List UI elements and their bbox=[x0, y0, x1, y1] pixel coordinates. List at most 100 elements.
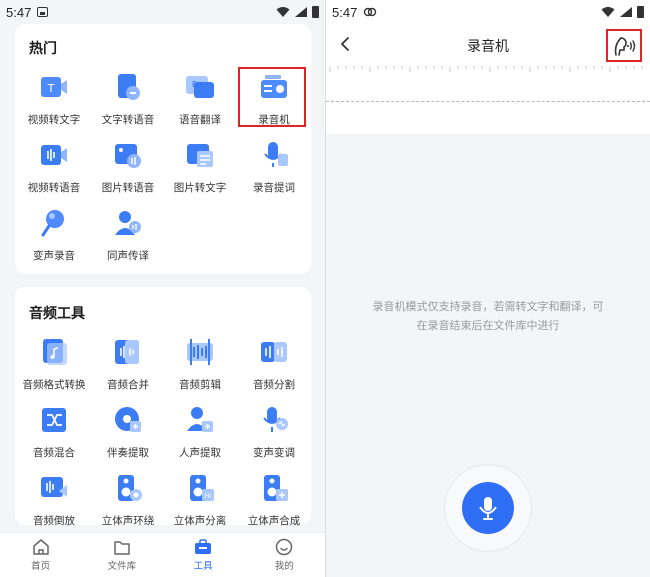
recorder-hint-text: 录音机模式仅支持录音，若需转文字和翻译，可在录音结束后在文件库中进行 bbox=[372, 300, 604, 332]
tool-vocal-extract[interactable]: 人声提取 bbox=[163, 405, 237, 460]
video-to-text-icon: T bbox=[41, 77, 67, 97]
waveform-ruler bbox=[329, 66, 643, 72]
tool-label: 同声传译 bbox=[107, 250, 149, 262]
tab-label: 我的 bbox=[274, 561, 294, 572]
tool-video-to-audio[interactable]: 视频转语音 bbox=[17, 140, 91, 195]
gallery-notification-icon bbox=[37, 7, 49, 17]
pitch-shift-icon bbox=[263, 407, 288, 432]
tool-audio-split[interactable]: 音频分割 bbox=[237, 337, 311, 392]
bottom-tab-bar: 首页 文件库 工具 我的 bbox=[0, 532, 325, 577]
tool-simultaneous-interpret[interactable]: 同声传译 bbox=[91, 208, 165, 263]
audio-section-title: 音频工具 bbox=[29, 306, 85, 322]
tool-label: 录音提词 bbox=[253, 182, 295, 194]
status-time: 5:47 bbox=[332, 4, 358, 20]
tool-stereo-separate[interactable]: Hi 立体声分离 bbox=[163, 473, 237, 528]
tool-label: 人声提取 bbox=[179, 447, 221, 459]
tool-pitch-shift[interactable]: 变声变调 bbox=[237, 405, 311, 460]
image-to-speech-icon bbox=[115, 144, 141, 168]
folder-icon bbox=[114, 541, 130, 555]
tool-label: 视频转语音 bbox=[27, 182, 81, 194]
toolbox-icon bbox=[195, 539, 212, 554]
record-button[interactable] bbox=[462, 482, 514, 534]
simultaneous-interpret-icon bbox=[115, 211, 141, 235]
tool-voice-translate[interactable]: En 语音翻译 bbox=[163, 72, 237, 127]
recorder-header: 5:47 录音机 bbox=[326, 0, 650, 134]
signal-icon bbox=[620, 7, 632, 17]
status-bar: 5:47 bbox=[0, 0, 325, 24]
tool-image-to-speech[interactable]: 图片转语音 bbox=[91, 140, 165, 195]
tool-label: 立体声分离 bbox=[173, 515, 227, 527]
status-bar: 5:47 bbox=[326, 0, 650, 24]
tool-label: 图片转语音 bbox=[101, 182, 155, 194]
tool-label: 变声变调 bbox=[253, 447, 295, 459]
audio-mix-icon bbox=[42, 408, 66, 432]
microphone-icon bbox=[479, 497, 497, 520]
tool-label: 立体声合成 bbox=[247, 515, 301, 527]
page-title: 录音机 bbox=[467, 39, 509, 55]
tool-stereo-surround[interactable]: 立体声环绕 bbox=[91, 473, 165, 528]
tool-label: 语音翻译 bbox=[179, 114, 221, 126]
voice-changer-record-icon bbox=[41, 210, 64, 237]
tool-voice-changer-record[interactable]: 变声录音 bbox=[17, 208, 91, 263]
tool-label: 文字转语音 bbox=[101, 114, 155, 126]
stereo-separate-icon: Hi bbox=[190, 475, 214, 501]
tool-video-to-text[interactable]: T 视频转文字 bbox=[17, 72, 91, 127]
tool-label: 音频剪辑 bbox=[179, 379, 221, 391]
svg-text:T: T bbox=[47, 82, 55, 95]
tool-audio-mix[interactable]: 音频混合 bbox=[17, 405, 91, 460]
image-to-text-icon bbox=[187, 144, 213, 167]
tool-teleprompter[interactable]: 录音提词 bbox=[237, 140, 311, 195]
audio-cut-icon bbox=[187, 339, 213, 365]
tool-stereo-compose[interactable]: 立体声合成 bbox=[237, 473, 311, 528]
tool-label: 音频倒放 bbox=[33, 515, 75, 527]
profile-icon bbox=[276, 538, 293, 556]
tab-files[interactable]: 文件库 bbox=[81, 533, 162, 577]
battery-icon bbox=[637, 6, 644, 18]
vocal-extract-icon bbox=[187, 407, 213, 432]
voice-translate-icon: En bbox=[186, 76, 214, 98]
tool-audio-reverse[interactable]: 音频倒放 bbox=[17, 473, 91, 528]
tool-label: 音频格式转换 bbox=[22, 379, 86, 391]
speaker-mode-button[interactable] bbox=[606, 29, 642, 62]
recorder-highlight-box bbox=[238, 67, 306, 127]
audio-tools-card: 音频工具 音频格式转换 音频合并 音频剪辑 音频分割 音频混合 伴奏提取 人声提… bbox=[15, 287, 311, 528]
tool-label: 音频分割 bbox=[253, 379, 295, 391]
tool-audio-format[interactable]: 音频格式转换 bbox=[17, 337, 91, 392]
wifi-icon bbox=[276, 7, 290, 17]
wifi-icon bbox=[601, 7, 615, 17]
stereo-compose-icon bbox=[264, 475, 288, 501]
teleprompter-icon bbox=[264, 142, 288, 167]
text-to-speech-icon bbox=[118, 74, 140, 100]
audio-reverse-icon bbox=[41, 477, 67, 497]
tool-accompaniment-extract[interactable]: 伴奏提取 bbox=[91, 405, 165, 460]
audio-split-icon bbox=[261, 342, 287, 362]
video-to-audio-icon bbox=[41, 145, 67, 165]
hot-tools-card: 热门 T 视频转文字 文字转语音 En 语音翻译 录音机 视频转语音 图片转语音… bbox=[15, 24, 311, 274]
audio-format-icon bbox=[43, 339, 67, 365]
sync-notification-icon bbox=[364, 7, 377, 17]
tool-label: 图片转文字 bbox=[173, 182, 227, 194]
tool-label: 立体声环绕 bbox=[101, 515, 155, 527]
status-time: 5:47 bbox=[6, 4, 32, 20]
tool-audio-merge[interactable]: 音频合并 bbox=[91, 337, 165, 392]
tool-image-to-text[interactable]: 图片转文字 bbox=[163, 140, 237, 195]
tool-label: 音频合并 bbox=[107, 379, 149, 391]
svg-text:Hi: Hi bbox=[205, 493, 212, 500]
tab-home[interactable]: 首页 bbox=[0, 533, 81, 577]
tool-label: 变声录音 bbox=[33, 250, 75, 262]
speaking-person-icon bbox=[614, 36, 636, 56]
tool-label: 视频转文字 bbox=[27, 114, 81, 126]
stereo-surround-icon bbox=[118, 475, 142, 501]
tab-profile[interactable]: 我的 bbox=[244, 533, 325, 577]
tool-audio-cut[interactable]: 音频剪辑 bbox=[163, 337, 237, 392]
tab-label: 文件库 bbox=[107, 561, 137, 572]
tab-label: 首页 bbox=[31, 561, 51, 572]
home-icon bbox=[32, 539, 49, 555]
svg-text:En: En bbox=[192, 80, 202, 89]
recorder-screen: 5:47 录音机 录音机模式仅支持录音，若需转文字和翻译，可在录音结束后在文件库… bbox=[326, 0, 650, 577]
tool-text-to-speech[interactable]: 文字转语音 bbox=[91, 72, 165, 127]
tab-tools[interactable]: 工具 bbox=[163, 533, 244, 577]
accompaniment-extract-icon bbox=[115, 407, 141, 432]
record-button-ring bbox=[444, 464, 532, 552]
audio-merge-icon bbox=[115, 340, 139, 364]
